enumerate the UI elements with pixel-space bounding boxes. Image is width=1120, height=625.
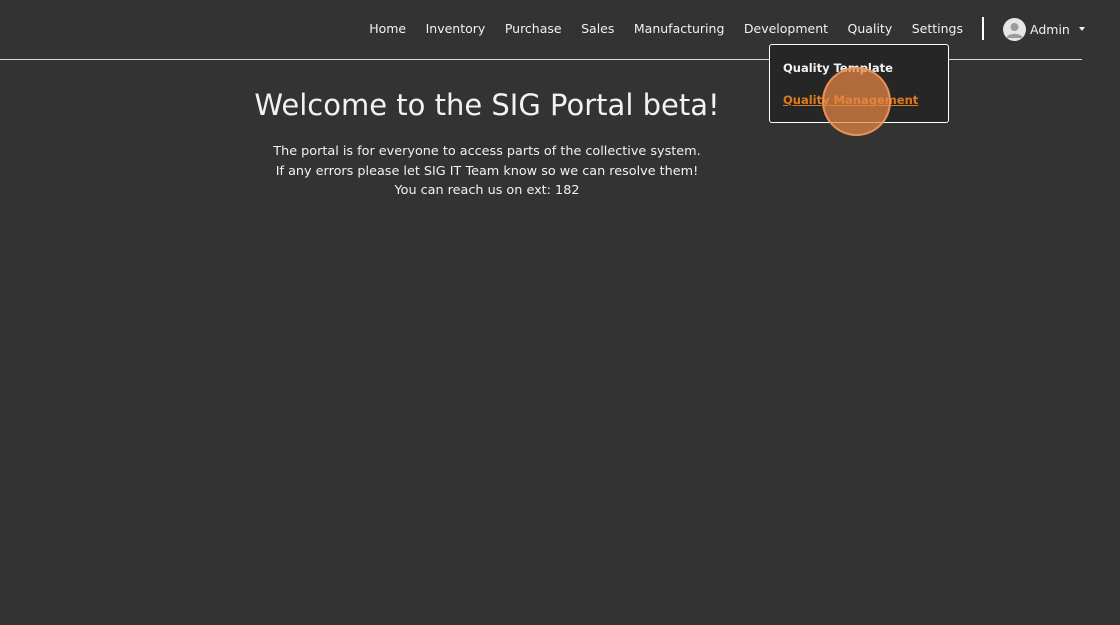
user-name: Admin	[1030, 21, 1070, 37]
chevron-down-icon	[1078, 27, 1085, 31]
nav-item-sales[interactable]: Sales	[581, 21, 614, 37]
nav-item-manufacturing[interactable]: Manufacturing	[634, 21, 725, 37]
user-menu[interactable]: Admin	[1003, 17, 1085, 41]
nav-links: Home Inventory Purchase Sales Manufactur…	[369, 21, 963, 37]
message-line: You can reach us on ext: 182	[394, 183, 580, 198]
page: Home Inventory Purchase Sales Manufactur…	[0, 0, 1120, 625]
page-title: Welcome to the SIG Portal beta!	[254, 88, 720, 122]
user-avatar-icon	[1003, 17, 1026, 41]
message-line: The portal is for everyone to access par…	[273, 144, 701, 159]
nav-item-purchase[interactable]: Purchase	[505, 21, 562, 37]
nav-divider	[982, 17, 984, 40]
nav-item-inventory[interactable]: Inventory	[426, 21, 486, 37]
welcome-message: The portal is for everyone to access par…	[0, 142, 974, 201]
message-line: If any errors please let SIG IT Team kno…	[275, 163, 699, 179]
nav-item-home[interactable]: Home	[369, 21, 406, 37]
nav-item-quality[interactable]: Quality	[848, 21, 893, 37]
nav-item-development[interactable]: Development	[744, 21, 828, 37]
menu-item-quality-template[interactable]: Quality Template	[783, 61, 893, 75]
nav-item-settings[interactable]: Settings	[912, 21, 963, 37]
